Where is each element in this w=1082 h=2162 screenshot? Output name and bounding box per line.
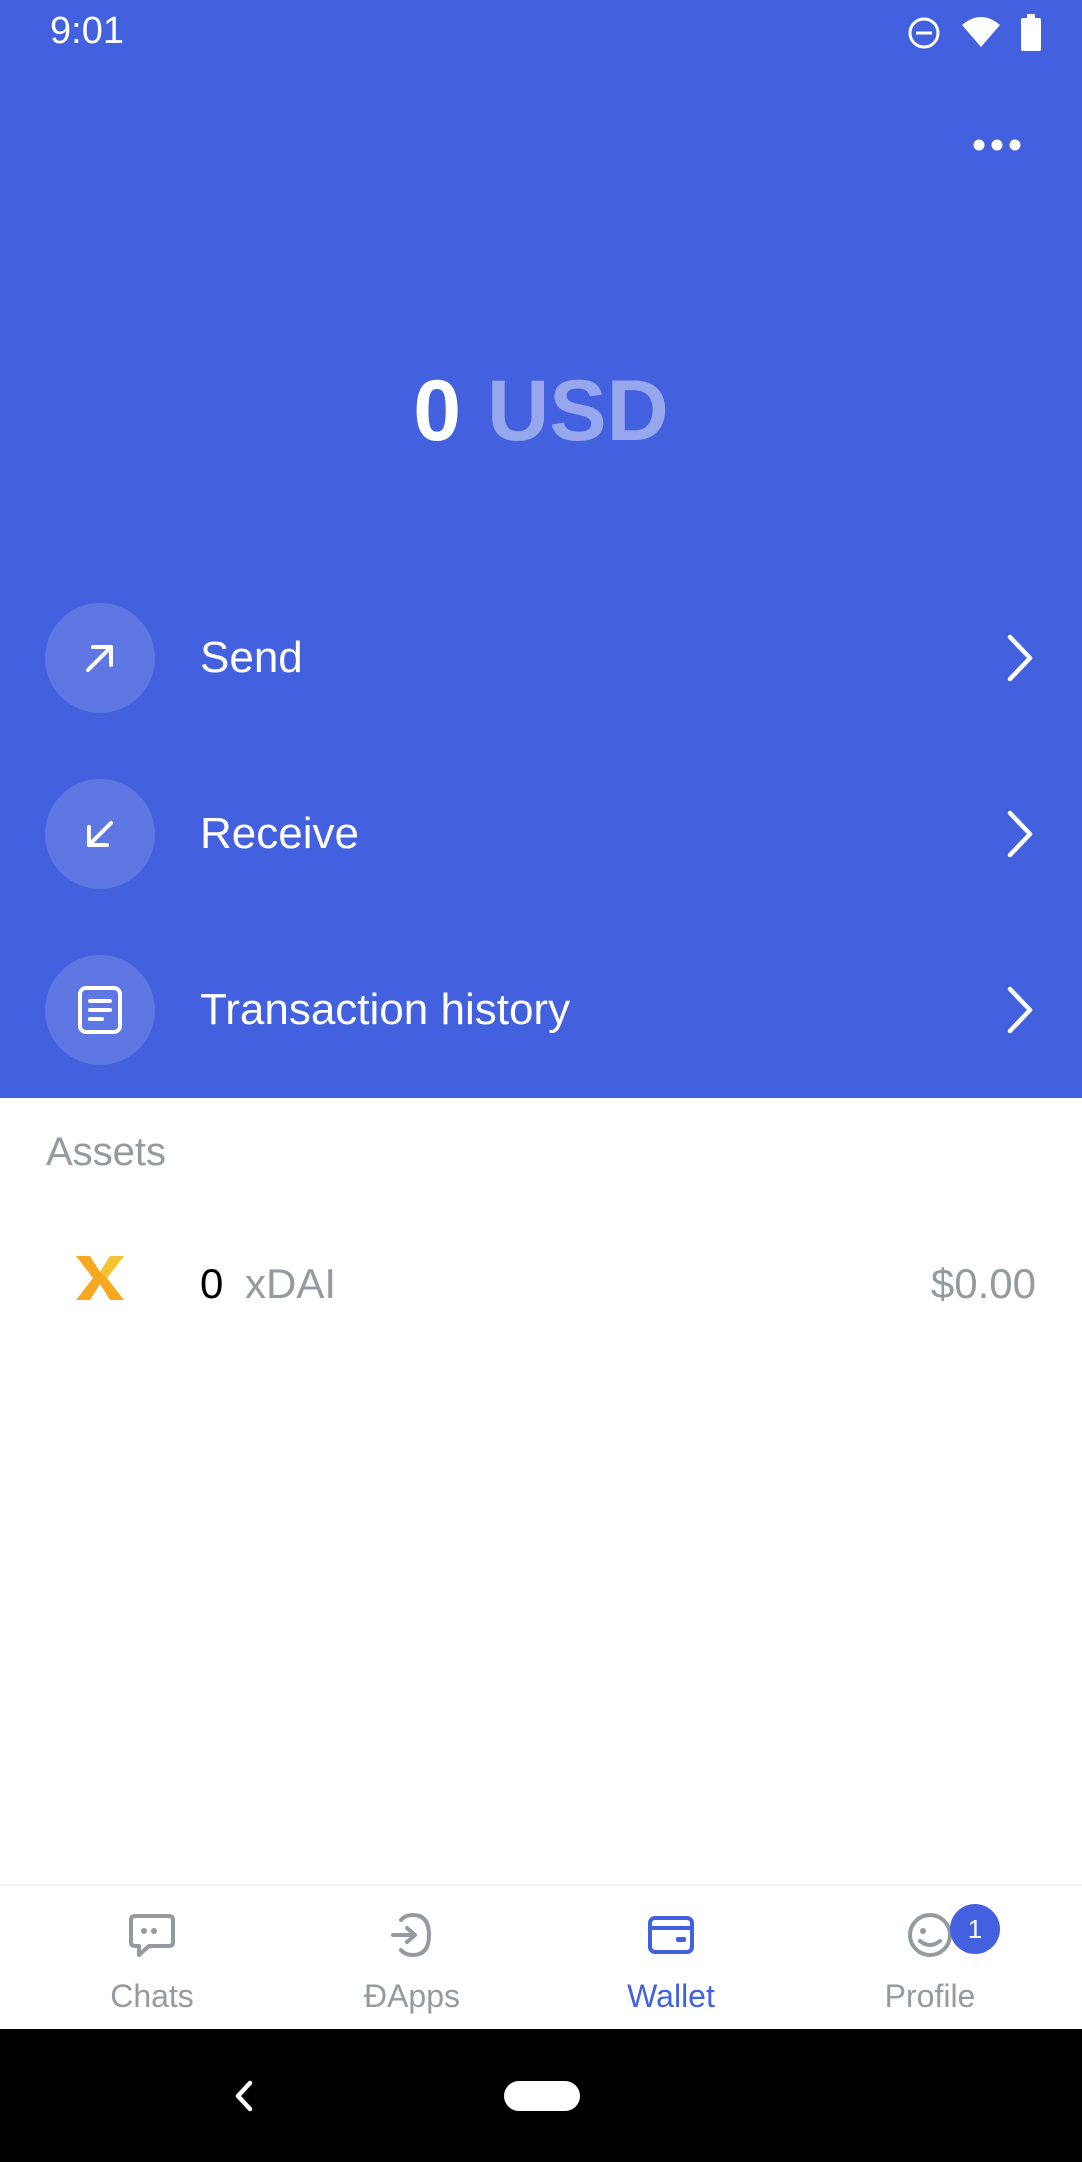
arrow-down-left-icon: [87, 821, 113, 847]
receive-label: Receive: [200, 809, 359, 858]
balance-amount: 0: [413, 363, 462, 459]
asset-fiat-value: $0.00: [930, 1260, 1036, 1307]
asset-row-xdai[interactable]: 0 xDAI $0.00: [0, 1230, 1082, 1340]
tab-chats[interactable]: Chats: [22, 1886, 282, 2031]
tab-dapps[interactable]: ÐApps: [282, 1886, 542, 2031]
asset-amount: 0: [200, 1260, 224, 1307]
wifi-icon: [962, 17, 1000, 47]
send-button[interactable]: Send: [0, 583, 1082, 733]
document-icon: [78, 986, 122, 1034]
more-options-button[interactable]: [962, 120, 1032, 170]
balance-currency: USD: [487, 363, 669, 459]
send-label: Send: [200, 633, 303, 682]
do-not-disturb-icon: [908, 17, 940, 49]
notification-badge: 1: [950, 1904, 1000, 1954]
receive-button[interactable]: Receive: [0, 759, 1082, 909]
battery-icon: [1021, 14, 1041, 51]
chevron-right-icon: [1007, 810, 1033, 858]
chat-icon: [129, 1914, 175, 1957]
tab-wallet[interactable]: Wallet: [541, 1886, 801, 2031]
tab-chats-label: Chats: [110, 1978, 194, 2014]
send-icon-circle: [45, 603, 155, 713]
status-bar: 9:01: [0, 0, 1082, 70]
xdai-token-icon: [76, 1256, 124, 1300]
tab-profile-label: Profile: [884, 1978, 976, 2014]
profile-icon: [908, 1913, 952, 1957]
system-navigation-bar: [0, 2029, 1082, 2162]
asset-symbol: xDAI: [245, 1260, 337, 1307]
wallet-header: 9:01 0 USD Send Receive Transaction hist…: [0, 0, 1082, 1098]
tab-profile[interactable]: 1 Profile: [800, 1886, 1060, 2031]
bottom-tab-bar: Chats ÐApps Wallet 1 Profile: [0, 1884, 1082, 2031]
transaction-history-label: Transaction history: [200, 985, 571, 1034]
tab-wallet-label: Wallet: [627, 1978, 715, 2014]
receive-icon-circle: [45, 779, 155, 889]
transaction-history-button[interactable]: Transaction history: [0, 935, 1082, 1085]
arrow-up-right-icon: [86, 645, 113, 672]
total-balance: 0 USD: [0, 362, 1082, 461]
more-horizontal-icon: [973, 139, 1021, 151]
home-button[interactable]: [504, 2081, 580, 2111]
wallet-icon: [648, 1916, 694, 1954]
history-icon-circle: [45, 955, 155, 1065]
chevron-right-icon: [1007, 986, 1033, 1034]
status-time: 9:01: [50, 10, 124, 52]
back-icon[interactable]: [220, 2071, 270, 2121]
dapps-icon: [391, 1912, 432, 1958]
tab-dapps-label: ÐApps: [363, 1978, 461, 2014]
chevron-right-icon: [1007, 634, 1033, 682]
status-icons: [906, 14, 1042, 52]
assets-section-title: Assets: [46, 1130, 167, 1174]
